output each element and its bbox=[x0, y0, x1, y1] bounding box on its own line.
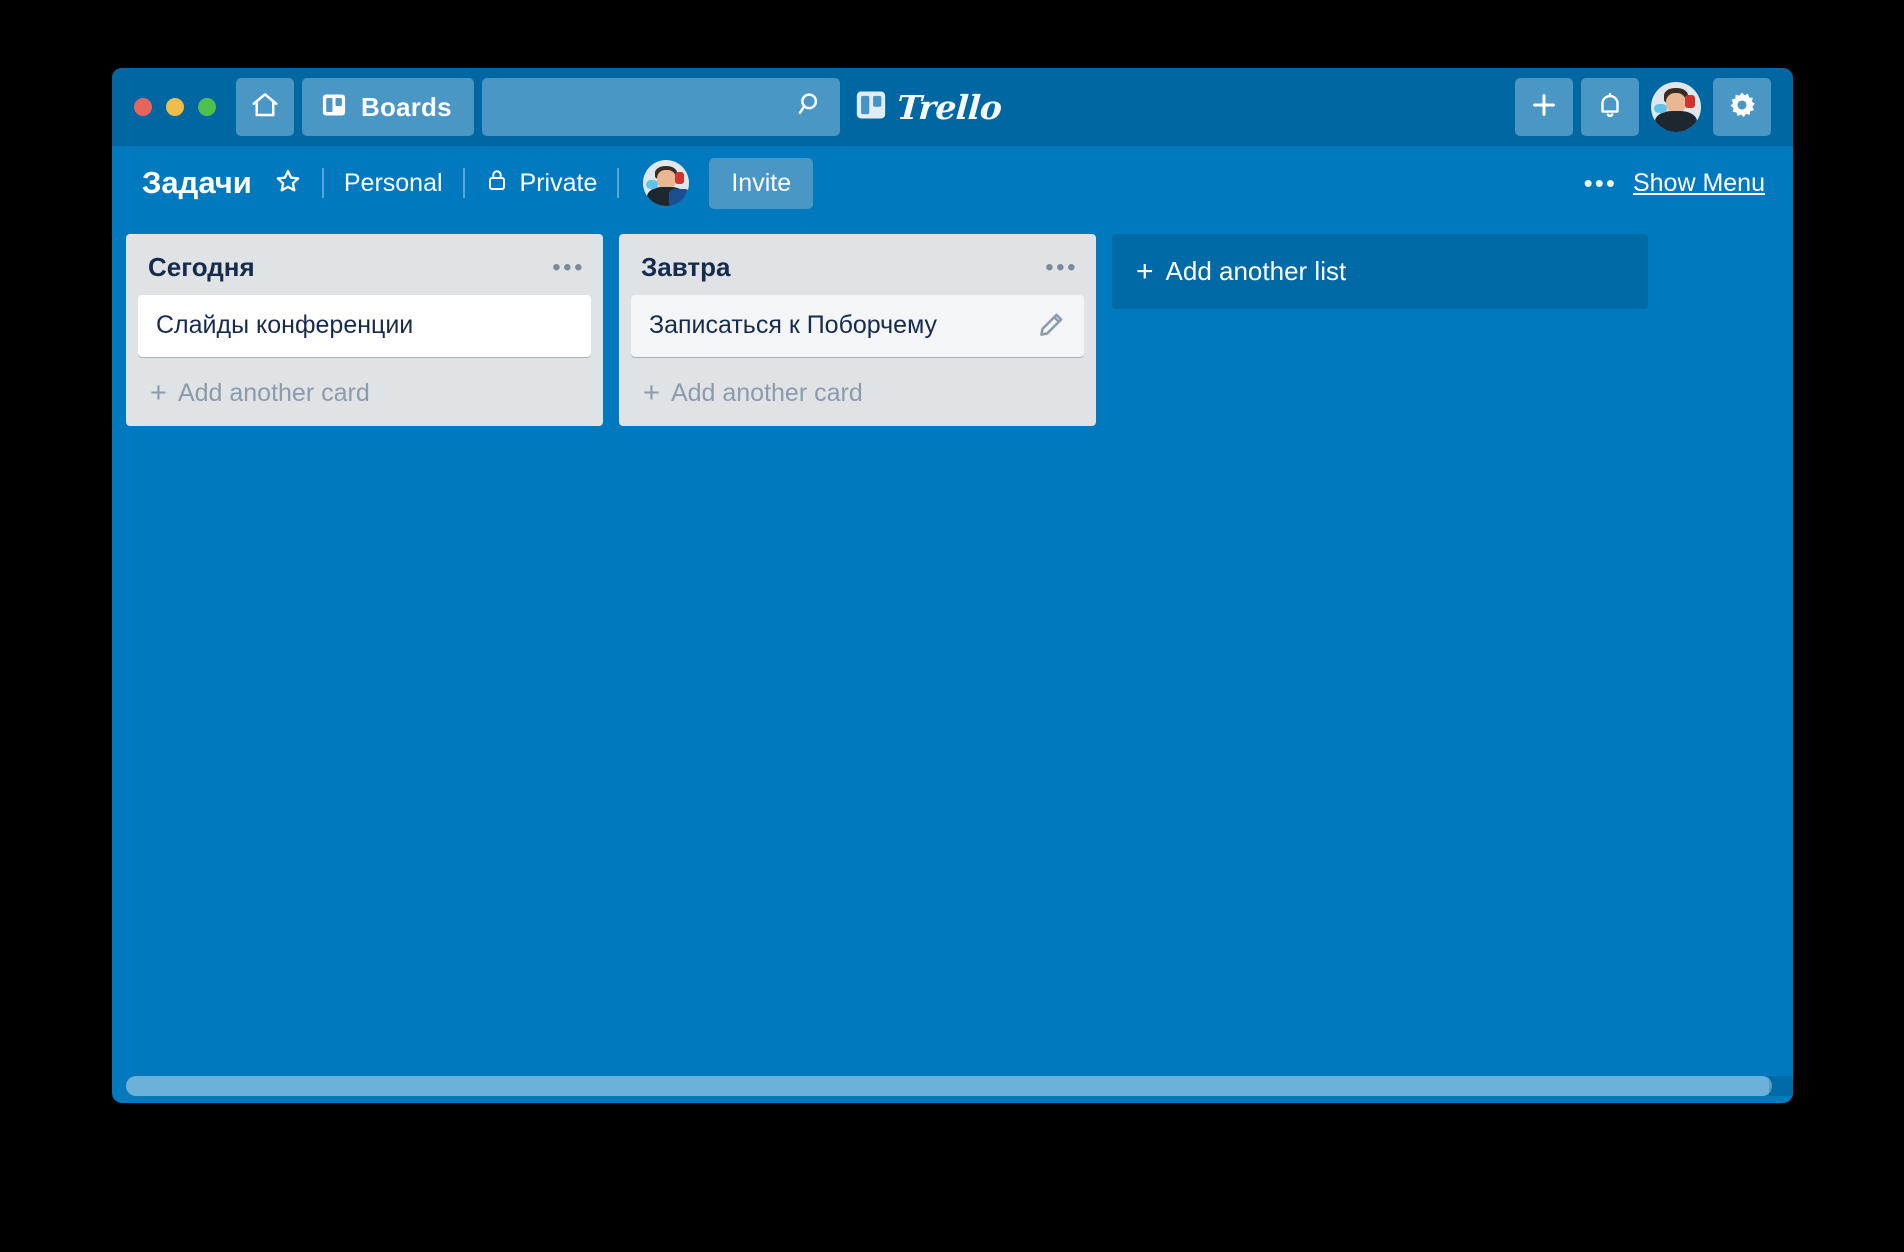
window-titlebar: Boards Trello bbox=[112, 68, 1793, 146]
add-button[interactable] bbox=[1515, 78, 1573, 136]
add-list-button[interactable]: + Add another list bbox=[1112, 234, 1648, 309]
card[interactable]: Слайды конференции bbox=[138, 295, 591, 357]
show-menu-link[interactable]: Show Menu bbox=[1633, 169, 1765, 198]
plus-icon bbox=[1529, 90, 1559, 125]
add-card-button[interactable]: + Add another card bbox=[619, 357, 1096, 418]
trello-app-window: Boards Trello Задачи Personal Private In… bbox=[112, 68, 1793, 1103]
list-menu-icon[interactable]: ••• bbox=[1045, 255, 1078, 280]
board-visibility-button[interactable]: Private bbox=[485, 167, 598, 200]
minimize-window-button[interactable] bbox=[166, 98, 184, 116]
board-team-label: Personal bbox=[343, 168, 443, 197]
home-button[interactable] bbox=[236, 78, 294, 136]
horizontal-scrollbar-thumb[interactable] bbox=[126, 1076, 1772, 1096]
board-canvas: Сегодня ••• Слайды конференции + Add ano… bbox=[112, 220, 1793, 1103]
star-board-button[interactable] bbox=[274, 167, 302, 200]
star-icon bbox=[274, 167, 302, 200]
plus-icon: + bbox=[1136, 254, 1154, 288]
list-title: Сегодня bbox=[148, 252, 255, 282]
trello-wordmark: Trello bbox=[895, 87, 1003, 127]
list-header: Сегодня ••• bbox=[126, 234, 603, 295]
list-column: Сегодня ••• Слайды конференции + Add ano… bbox=[126, 234, 603, 426]
invite-button[interactable]: Invite bbox=[709, 157, 814, 209]
trello-logo: Trello bbox=[854, 87, 1003, 127]
add-list-label: Add another list bbox=[1165, 256, 1347, 286]
add-card-label: Add another card bbox=[670, 379, 863, 407]
board-header: Задачи Personal Private Invite ••• Show … bbox=[112, 146, 1793, 220]
search-input[interactable] bbox=[481, 78, 840, 136]
search-icon bbox=[796, 90, 826, 125]
header-divider bbox=[462, 168, 465, 198]
maximize-window-button[interactable] bbox=[198, 98, 216, 116]
board-title: Задачи bbox=[142, 165, 252, 200]
card-container: Слайды конференции bbox=[126, 295, 603, 357]
boards-label: Boards bbox=[361, 91, 452, 122]
board-visibility-label: Private bbox=[519, 168, 598, 197]
list-header: Завтра ••• bbox=[619, 234, 1096, 295]
list-title: Завтра bbox=[641, 252, 731, 282]
member-avatar[interactable] bbox=[643, 160, 690, 206]
list-menu-icon[interactable]: ••• bbox=[552, 255, 585, 280]
boards-button[interactable]: Boards bbox=[302, 78, 474, 136]
bell-icon bbox=[1595, 90, 1625, 125]
home-icon bbox=[250, 90, 280, 125]
plus-icon: + bbox=[150, 377, 167, 409]
header-divider bbox=[617, 168, 620, 198]
account-avatar-button[interactable] bbox=[1647, 78, 1705, 136]
board-team-button[interactable]: Personal bbox=[344, 169, 443, 198]
edit-card-icon[interactable] bbox=[1036, 310, 1066, 340]
add-card-button[interactable]: + Add another card bbox=[126, 357, 603, 418]
list-column: Завтра ••• Записаться к Поборчему + Add … bbox=[619, 234, 1096, 426]
horizontal-scrollbar-track[interactable] bbox=[112, 1069, 1793, 1103]
close-window-button[interactable] bbox=[134, 98, 152, 116]
notifications-button[interactable] bbox=[1581, 78, 1639, 136]
board-icon bbox=[320, 91, 348, 124]
titlebar-actions bbox=[1515, 78, 1771, 136]
card-title: Записаться к Поборчему bbox=[649, 311, 938, 339]
settings-button[interactable] bbox=[1713, 78, 1771, 136]
plus-icon: + bbox=[643, 377, 660, 409]
window-controls bbox=[134, 98, 216, 116]
avatar bbox=[1651, 82, 1701, 132]
lock-icon bbox=[485, 167, 509, 200]
gear-icon bbox=[1726, 89, 1758, 126]
add-card-label: Add another card bbox=[177, 379, 370, 407]
trello-board-icon bbox=[854, 88, 888, 127]
board-header-right: ••• Show Menu bbox=[1584, 168, 1765, 199]
header-divider bbox=[321, 168, 324, 198]
board-menu-ellipsis[interactable]: ••• bbox=[1584, 168, 1617, 199]
card-title: Слайды конференции bbox=[156, 311, 414, 339]
card-container: Записаться к Поборчему bbox=[619, 295, 1096, 357]
horizontal-scrollbar-end-cap bbox=[1769, 1076, 1793, 1096]
card[interactable]: Записаться к Поборчему bbox=[631, 295, 1084, 357]
